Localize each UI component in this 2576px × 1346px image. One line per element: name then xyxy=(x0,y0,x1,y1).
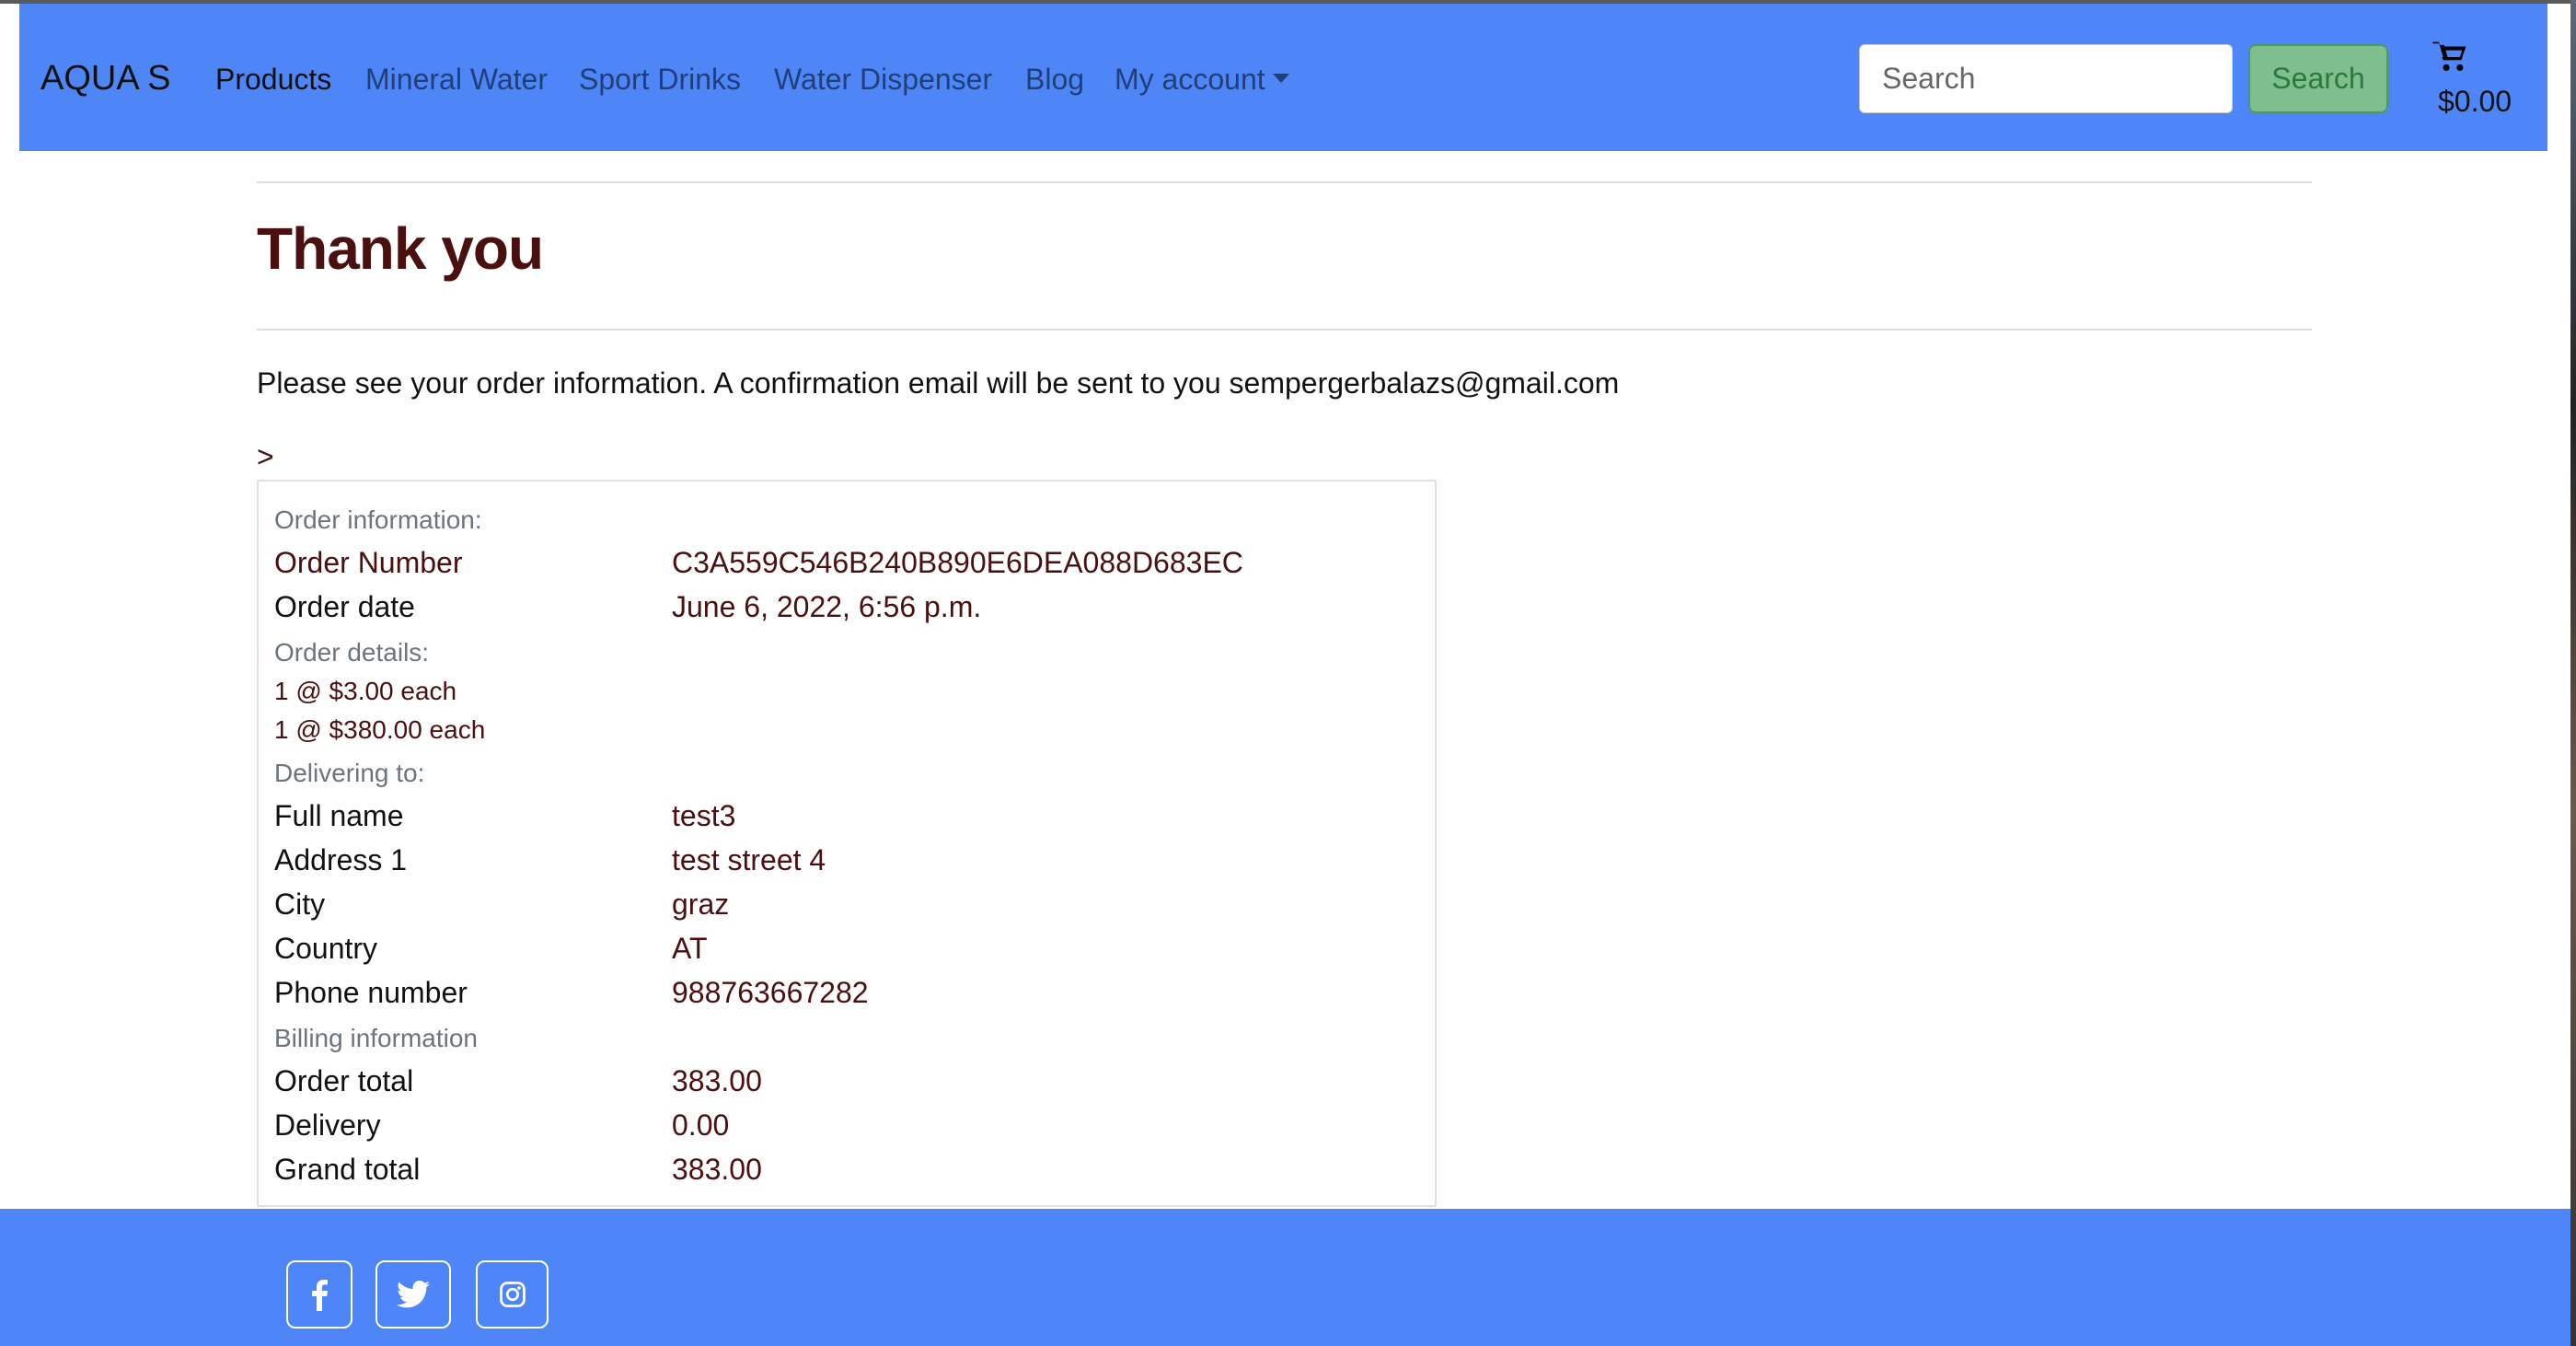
grand-total-label: Grand total xyxy=(274,1153,421,1186)
order-total-label: Order total xyxy=(274,1064,414,1097)
phone-value: 988763667282 xyxy=(672,976,869,1009)
cart-total[interactable]: $0.00 xyxy=(2438,85,2512,119)
nav-link-water-dispenser[interactable]: Water Dispenser xyxy=(774,63,992,97)
order-total-value: 383.00 xyxy=(672,1064,762,1097)
order-item: 1 @ $380.00 each xyxy=(274,715,486,744)
page: AQUA S Products Mineral Water Sport Drin… xyxy=(0,0,2570,1346)
delivery-value: 0.00 xyxy=(672,1108,730,1142)
navbar: AQUA S Products Mineral Water Sport Drin… xyxy=(19,4,2547,151)
delivery-label: Delivery xyxy=(274,1108,381,1142)
nav-link-mineral-water[interactable]: Mineral Water xyxy=(365,63,548,97)
order-date-row: Order date June 6, 2022, 6:56 p.m. xyxy=(274,590,981,624)
billing-row: Grand total 383.00 xyxy=(274,1153,762,1187)
delivery-row: Phone number 988763667282 xyxy=(274,976,869,1010)
nav-link-blog[interactable]: Blog xyxy=(1025,63,1084,97)
page-title: Thank you xyxy=(257,215,544,282)
instagram-button[interactable] xyxy=(476,1260,549,1329)
title-divider xyxy=(257,329,2312,331)
delivery-row: City graz xyxy=(274,888,729,922)
order-number-value: C3A559C546B240B890E6DEA088D683EC xyxy=(672,546,1243,579)
window-edge xyxy=(2570,0,2576,1346)
nav-link-products[interactable]: Products xyxy=(215,63,331,97)
shopping-cart-icon[interactable] xyxy=(2432,41,2469,74)
address-label: Address 1 xyxy=(274,843,408,876)
address-value: test street 4 xyxy=(672,843,826,876)
twitter-icon xyxy=(397,1281,430,1308)
brand-logo[interactable]: AQUA S xyxy=(40,59,171,99)
stray-text: > xyxy=(257,440,274,473)
delivery-row: Address 1 test street 4 xyxy=(274,843,826,877)
delivery-row: Country AT xyxy=(274,932,708,966)
order-item: 1 @ $3.00 each xyxy=(274,677,457,705)
country-label: Country xyxy=(274,932,378,965)
order-summary-card: Order information: Order Number C3A559C5… xyxy=(257,480,1437,1207)
confirmation-message: Please see your order information. A con… xyxy=(257,366,1620,400)
search-input[interactable] xyxy=(1859,44,2233,113)
grand-total-value: 383.00 xyxy=(672,1153,762,1186)
delivery-row: Full name test3 xyxy=(274,799,735,833)
twitter-button[interactable] xyxy=(375,1260,451,1329)
nav-link-sport-drinks[interactable]: Sport Drinks xyxy=(579,63,741,97)
country-value: AT xyxy=(672,932,708,965)
order-info-heading: Order information: xyxy=(274,505,482,534)
delivering-heading: Delivering to: xyxy=(274,759,425,787)
billing-heading: Billing information xyxy=(274,1024,478,1052)
billing-row: Delivery 0.00 xyxy=(274,1108,729,1143)
order-number-row: Order Number C3A559C546B240B890E6DEA088D… xyxy=(274,546,1243,580)
top-divider xyxy=(257,181,2312,183)
footer xyxy=(0,1209,2570,1346)
city-label: City xyxy=(274,888,326,921)
phone-label: Phone number xyxy=(274,976,468,1009)
city-value: graz xyxy=(672,888,730,921)
order-details-heading: Order details: xyxy=(274,638,430,667)
search-button[interactable]: Search xyxy=(2248,44,2388,113)
full-name-value: test3 xyxy=(672,799,736,832)
my-account-dropdown[interactable]: My account xyxy=(1115,63,1289,97)
order-date-label: Order date xyxy=(274,590,415,623)
instagram-icon xyxy=(499,1282,526,1307)
facebook-button[interactable] xyxy=(286,1260,352,1329)
full-name-label: Full name xyxy=(274,799,404,832)
order-number-label: Order Number xyxy=(274,546,463,579)
my-account-label: My account xyxy=(1115,63,1265,96)
caret-down-icon xyxy=(1272,73,1289,83)
order-date-value: June 6, 2022, 6:56 p.m. xyxy=(672,590,982,623)
billing-row: Order total 383.00 xyxy=(274,1064,762,1098)
facebook-icon xyxy=(312,1280,328,1311)
